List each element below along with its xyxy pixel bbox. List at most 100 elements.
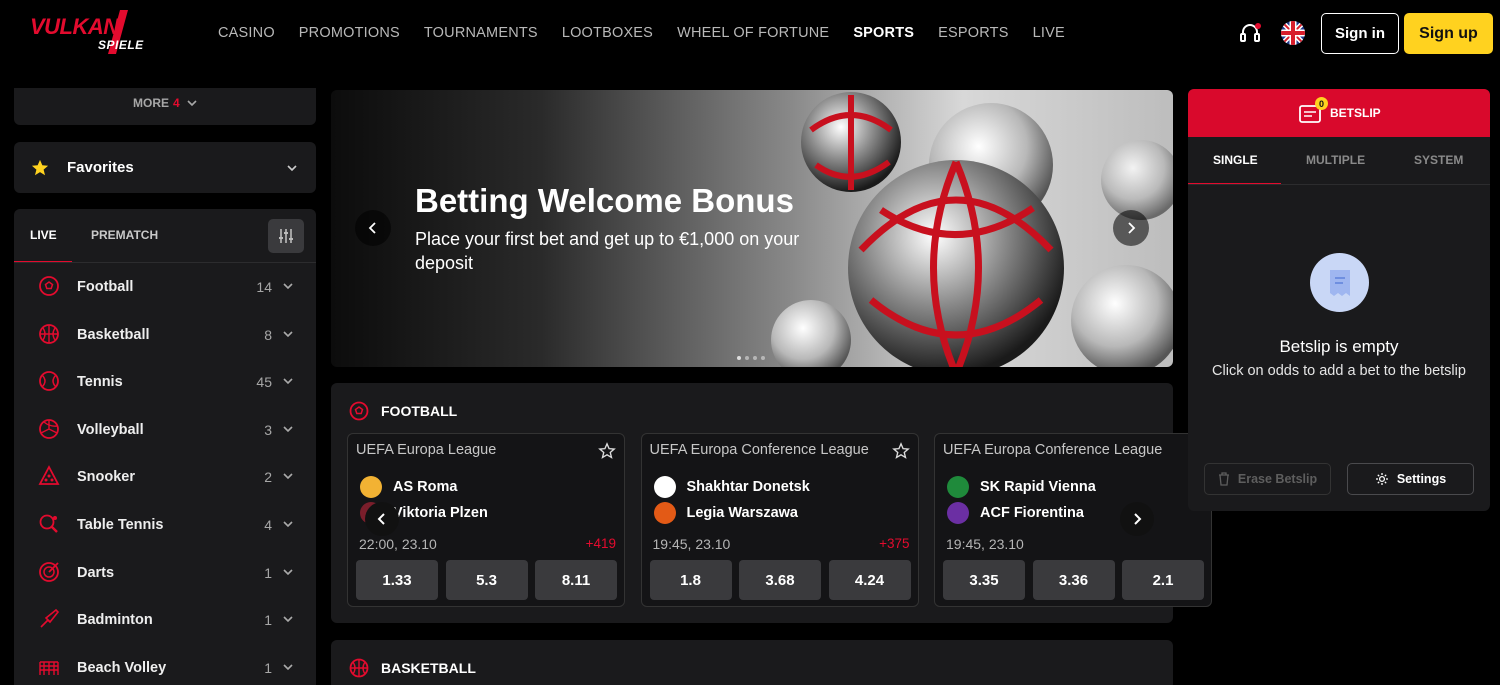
sport-count: 3 <box>264 421 272 438</box>
odds-button[interactable]: 5.3 <box>445 560 528 600</box>
sidebar-item-darts[interactable]: Darts 1 <box>14 550 316 597</box>
sidebar-item-badminton[interactable]: Badminton 1 <box>14 597 316 644</box>
chevron-down-icon[interactable] <box>282 613 294 625</box>
empty-ticket-icon <box>1329 269 1350 296</box>
tab-multiple[interactable]: MULTIPLE <box>1306 153 1365 167</box>
betslip-settings-button[interactable]: Settings <box>1347 463 1474 495</box>
volleyball-icon <box>39 418 59 439</box>
nav-promotions[interactable]: PROMOTIONS <box>299 25 400 41</box>
sidebar-item-tennis[interactable]: Tennis 45 <box>14 359 316 406</box>
sport-name: Football <box>77 279 134 295</box>
chevron-down-icon[interactable] <box>282 566 294 578</box>
team-name: ACF Fiorentina <box>980 505 1084 521</box>
sport-name: Table Tennis <box>77 517 164 533</box>
badminton-icon <box>40 609 60 628</box>
banner-next-button[interactable] <box>1113 210 1149 246</box>
chevron-down-icon[interactable] <box>282 328 294 340</box>
sidebar-item-volleyball[interactable]: Volleyball 3 <box>14 407 316 454</box>
match-card[interactable]: UEFA Europa Conference League SK Rapid Vi… <box>934 433 1212 607</box>
favorites-label: Favorites <box>67 159 134 176</box>
odds-button[interactable]: 4.24 <box>828 560 911 600</box>
chevron-down-icon[interactable] <box>282 470 294 482</box>
basketball-icon <box>349 658 369 678</box>
banner-dot[interactable] <box>745 356 749 360</box>
sport-name: Beach Volley <box>77 659 167 676</box>
matches-next-button[interactable] <box>1120 502 1154 536</box>
filter-button[interactable] <box>268 219 304 253</box>
odds-button[interactable]: 3.35 <box>943 560 1025 600</box>
sidebar-item-snooker[interactable]: Snooker 2 <box>14 454 316 501</box>
promo-banner[interactable]: Betting Welcome Bonus Place your first b… <box>331 90 1173 367</box>
sidebar-item-table-tennis[interactable]: Table Tennis 4 <box>14 502 316 549</box>
nav-live[interactable]: LIVE <box>1033 25 1065 41</box>
sign-up-button[interactable]: Sign up <box>1404 13 1493 54</box>
odds-button[interactable]: 3.68 <box>739 560 821 600</box>
favorites-panel[interactable]: Favorites <box>14 142 316 193</box>
odds-button[interactable]: 3.36 <box>1032 560 1115 600</box>
nav-esports[interactable]: ESPORTS <box>938 25 1008 41</box>
banner-dot[interactable] <box>761 356 765 360</box>
chevron-down-icon[interactable] <box>282 661 294 673</box>
chevron-down-icon[interactable] <box>282 423 294 435</box>
sport-count: 45 <box>256 374 272 391</box>
more-sports-panel[interactable]: MORE 4 <box>14 88 316 125</box>
sport-count: 4 <box>264 517 272 533</box>
tab-prematch[interactable]: PREMATCH <box>91 228 158 242</box>
favorite-star-icon[interactable] <box>598 442 616 460</box>
nav-wheel-of-fortune[interactable]: WHEEL OF FORTUNE <box>677 25 829 41</box>
football-icon <box>349 401 369 421</box>
banner-prev-button[interactable] <box>355 210 391 246</box>
odds-button[interactable]: 1.8 <box>649 560 732 600</box>
banner-subtitle: Place your first bet and get up to €1,00… <box>415 229 800 273</box>
sidebar-item-beach-volley[interactable]: Beach Volley 1 <box>14 645 316 685</box>
tab-live[interactable]: LIVE <box>30 228 57 242</box>
chevron-down-icon[interactable] <box>282 375 294 387</box>
beach-volley-icon <box>39 661 59 675</box>
tab-system[interactable]: SYSTEM <box>1414 153 1463 167</box>
more-markets-link[interactable]: +375 <box>879 536 909 551</box>
tennis-icon <box>39 371 59 392</box>
tab-single[interactable]: SINGLE <box>1213 153 1258 167</box>
football-section: FOOTBALL UEFA Europa League AS Roma Viktor… <box>331 383 1212 623</box>
nav-sports[interactable]: SPORTS <box>853 25 914 41</box>
sport-name: Volleyball <box>77 421 144 438</box>
basketball-icon <box>39 323 59 344</box>
match-card[interactable]: UEFA Europa Conference League Shakhtar Do… <box>640 433 919 607</box>
odds-button[interactable]: 8.11 <box>535 560 617 600</box>
nav-lootboxes[interactable]: LOOTBOXES <box>562 25 653 41</box>
sport-name: Snooker <box>77 469 136 486</box>
team-name: Shakhtar Donetsk <box>686 479 810 495</box>
chevron-right-icon <box>1134 513 1142 525</box>
chevron-left-icon <box>377 513 385 525</box>
betslip-panel: 0 BETSLIP SINGLE MULTIPLE SYSTEM Betslip… <box>1188 89 1490 511</box>
nav-casino[interactable]: CASINO <box>218 25 275 41</box>
favorite-star-icon[interactable] <box>891 442 910 460</box>
league-name: UEFA Europa Conference League <box>943 442 1163 458</box>
banner-dot[interactable] <box>737 356 741 360</box>
gear-icon <box>1375 473 1388 485</box>
matches-prev-button[interactable] <box>365 502 399 536</box>
banner-dot[interactable] <box>753 356 757 360</box>
sign-in-button[interactable]: Sign in <box>1321 13 1399 54</box>
sport-count: 14 <box>256 279 272 295</box>
betslip-header[interactable]: 0 BETSLIP <box>1188 89 1490 137</box>
sidebar-item-football[interactable]: Football 14 <box>14 264 316 311</box>
chevron-down-icon[interactable] <box>282 280 294 292</box>
chevron-down-icon[interactable] <box>282 518 294 530</box>
support-headset-icon[interactable] <box>1237 20 1263 46</box>
banner-pagination <box>737 356 765 360</box>
nav-tournaments[interactable]: TOURNAMENTS <box>424 25 538 41</box>
erase-betslip-button[interactable]: Erase Betslip <box>1204 463 1331 495</box>
chevron-down-icon <box>187 100 197 107</box>
odds-button[interactable]: 2.1 <box>1122 560 1204 600</box>
more-markets-link[interactable]: +419 <box>586 536 616 551</box>
league-name: UEFA Europa Conference League <box>649 442 869 458</box>
vulkan-logo[interactable]: VULKAN SPIELE <box>28 10 162 56</box>
match-time: 19:45, 23.10 <box>946 536 1024 552</box>
odds-button[interactable]: 1.33 <box>356 560 438 600</box>
uk-flag-icon[interactable] <box>1280 20 1306 46</box>
team-name: SK Rapid Vienna <box>980 479 1096 495</box>
sidebar-item-basketball[interactable]: Basketball 8 <box>14 312 316 359</box>
team-name: AS Roma <box>393 479 458 495</box>
sport-count: 1 <box>264 612 272 629</box>
